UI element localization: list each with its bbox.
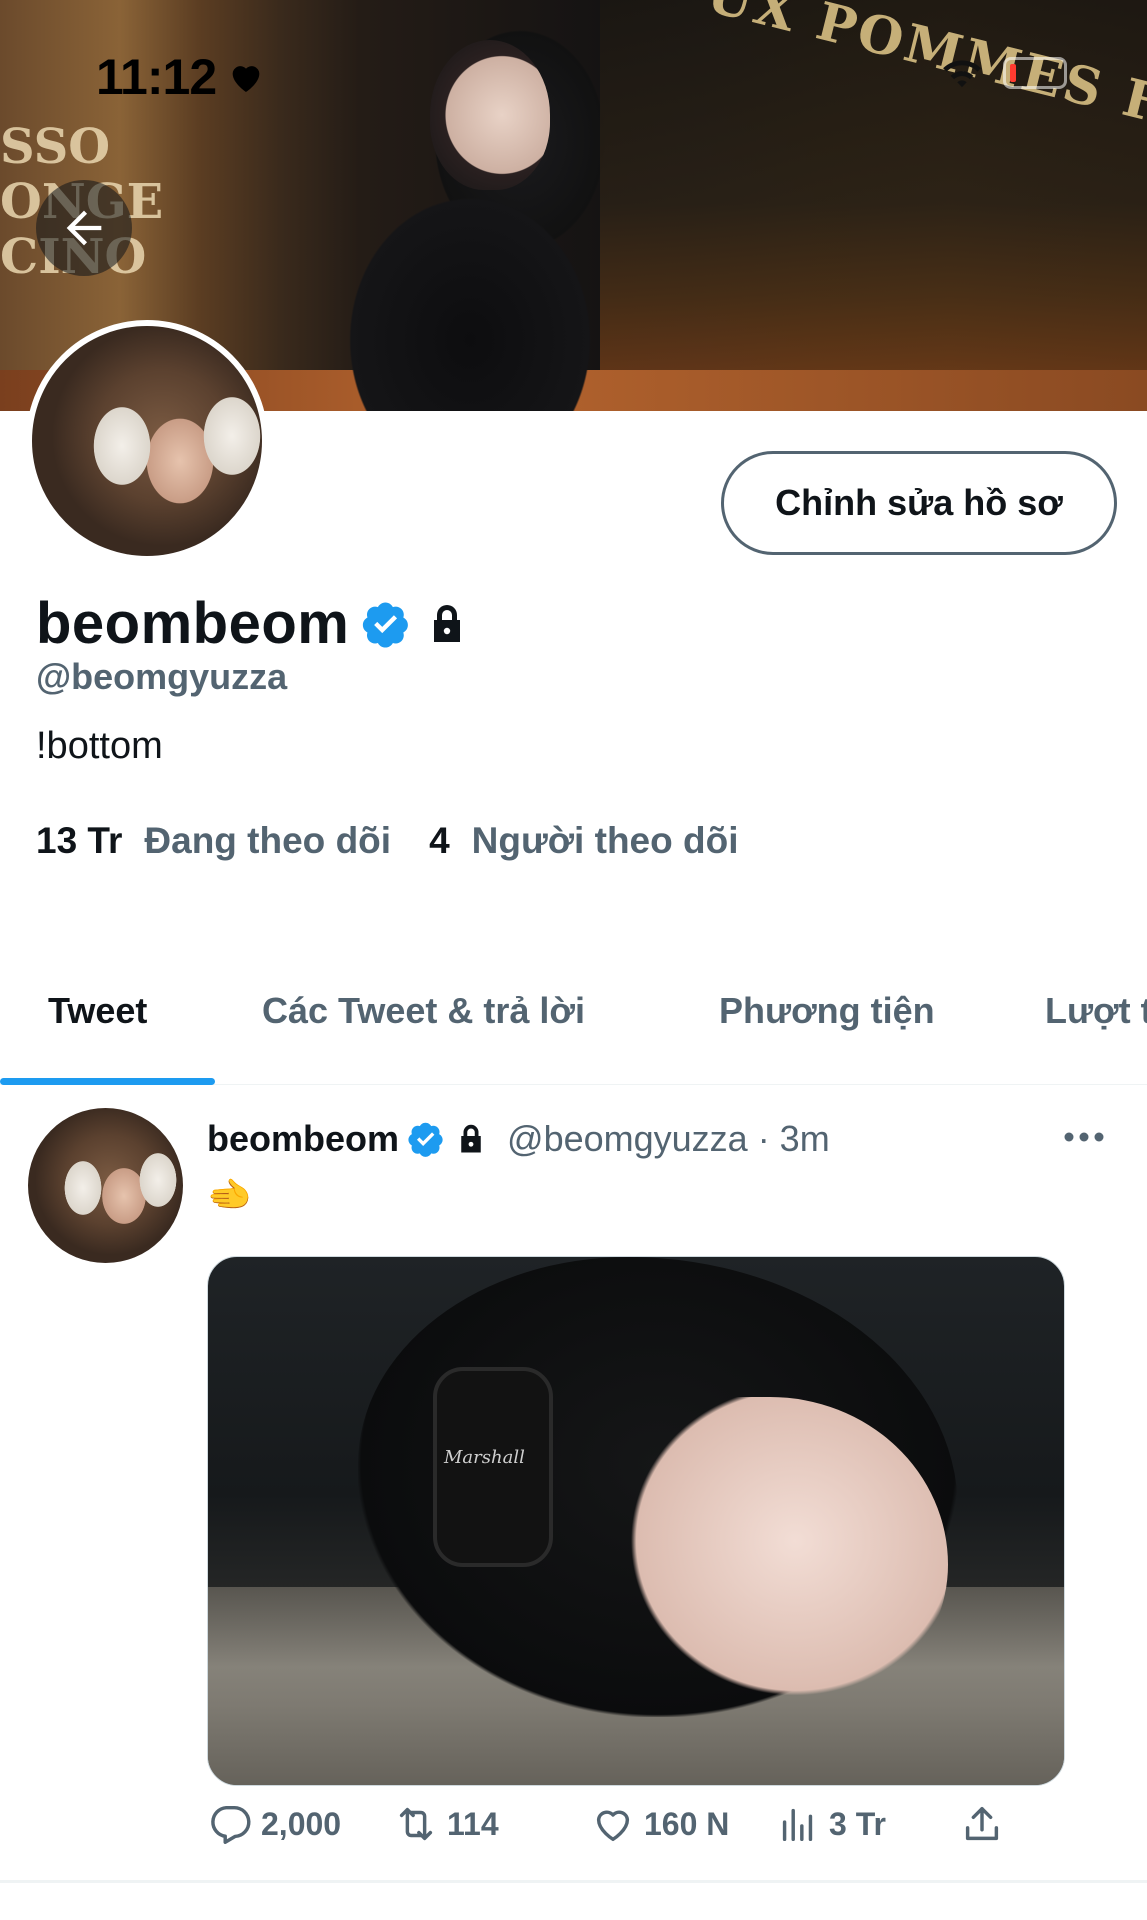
back-button[interactable] xyxy=(36,180,132,276)
status-time: 11:12 xyxy=(96,48,266,106)
media-brand-text: Marshall xyxy=(444,1447,525,1468)
tab-likes[interactable]: Lượt t xyxy=(1045,990,1147,1032)
display-name: beombeom xyxy=(36,591,350,656)
status-time-text: 11:12 xyxy=(96,49,217,105)
tweet-divider xyxy=(0,1880,1147,1883)
wifi-icon xyxy=(943,60,981,88)
tweet-media-image[interactable]: Marshall xyxy=(207,1256,1065,1786)
share-button[interactable] xyxy=(959,1801,1005,1847)
tab-media[interactable]: Phương tiện xyxy=(719,990,935,1032)
reply-icon xyxy=(211,1805,251,1844)
followers-count[interactable]: 4 xyxy=(429,820,450,862)
heart-icon xyxy=(232,66,260,92)
like-button[interactable]: 160 N xyxy=(590,1801,729,1847)
profile-handle: @beomgyuzza xyxy=(36,656,288,697)
status-indicators xyxy=(939,56,1067,90)
profile-tabs: Tweet Các Tweet & trả lời Phương tiện Lư… xyxy=(0,960,1147,1085)
tab-tweets[interactable]: Tweet xyxy=(48,990,147,1032)
tweet[interactable]: beombeom @beomgyuzza · 3m 🫲 Marshall 2,0… xyxy=(0,1086,1147,1886)
like-count: 160 N xyxy=(644,1805,730,1842)
following-count[interactable]: 13 Tr xyxy=(36,820,122,862)
tweet-handle-time: @beomgyuzza · 3m xyxy=(507,1118,830,1159)
retweet-icon xyxy=(399,1807,433,1841)
reply-button[interactable]: 2,000 xyxy=(207,1801,341,1847)
tab-tweets-and-replies[interactable]: Các Tweet & trả lời xyxy=(262,990,585,1032)
tweet-actions: 2,000 114 160 N 3 Tr xyxy=(207,1801,1007,1861)
views-button[interactable]: 3 Tr xyxy=(775,1801,886,1847)
following-label[interactable]: Đang theo dõi xyxy=(144,820,391,862)
share-icon xyxy=(965,1806,999,1841)
views-count: 3 Tr xyxy=(829,1805,886,1842)
display-name-row: beombeom xyxy=(36,590,471,657)
verified-icon xyxy=(363,602,409,648)
edit-profile-button[interactable]: Chỉnh sửa hồ sơ xyxy=(721,451,1117,555)
tweet-author-name[interactable]: beombeom xyxy=(207,1118,399,1160)
follow-stats: 13 Tr Đang theo dõi 4 Người theo dõi xyxy=(36,820,738,862)
retweet-button[interactable]: 114 xyxy=(393,1801,499,1847)
profile-avatar[interactable] xyxy=(26,320,268,562)
battery-icon xyxy=(1003,57,1067,89)
tweet-avatar[interactable] xyxy=(28,1108,183,1263)
lock-icon xyxy=(461,1124,481,1153)
banner-face xyxy=(430,40,550,190)
views-icon xyxy=(782,1808,813,1842)
more-icon[interactable] xyxy=(1062,1130,1106,1144)
back-arrow-icon xyxy=(66,210,102,246)
tweet-header: beombeom @beomgyuzza · 3m xyxy=(207,1118,830,1160)
lock-icon xyxy=(434,604,461,642)
profile-bio: !bottom xyxy=(36,725,163,767)
reply-count: 2,000 xyxy=(261,1805,342,1842)
tweet-text: 🫲 xyxy=(207,1174,252,1215)
retweet-count: 114 xyxy=(447,1805,499,1842)
followers-label[interactable]: Người theo dõi xyxy=(472,820,739,862)
tab-active-indicator xyxy=(0,1078,215,1085)
verified-icon xyxy=(408,1122,443,1157)
like-icon xyxy=(596,1810,630,1842)
